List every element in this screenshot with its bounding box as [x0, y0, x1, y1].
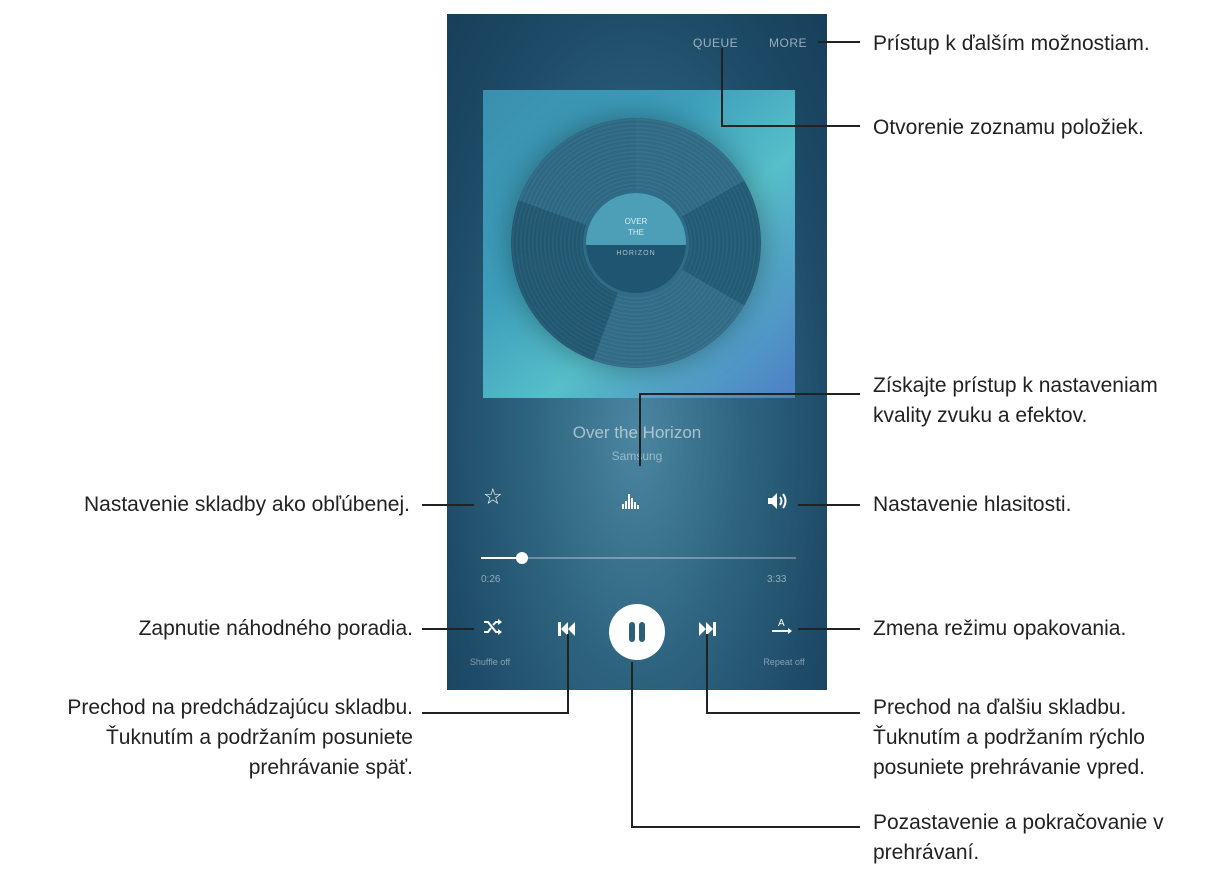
annotation-volume: Nastavenie hlasitosti. [873, 493, 1072, 516]
annotation-shuffle: Zapnutie náhodného poradia. [138, 617, 413, 640]
annotation-queue: Otvorenie zoznamu položiek. [873, 116, 1144, 139]
annotation-previous: Prechod na predchádzajúcu skladbu. Ťuknu… [67, 696, 413, 779]
callout-line-next [706, 634, 860, 714]
callout-line-previous [422, 634, 569, 714]
annotation-pause: Pozastavenie a pokračovanie v prehrávaní… [873, 811, 1164, 864]
callout-line-queue [721, 48, 860, 127]
annotation-repeat: Zmena režimu opakovania. [873, 617, 1127, 640]
annotation-favourite: Nastavenie skladby ako obľúbenej. [83, 493, 410, 516]
callout-line-sound [639, 393, 860, 466]
annotation-sound-settings: Získajte prístup k nastaveniam kvality z… [873, 374, 1158, 427]
annotation-more: Prístup k ďalším možnostiam. [873, 32, 1150, 55]
annotation-next: Prechod na ďalšiu skladbu. Ťuknutím a po… [873, 696, 1146, 779]
callout-line-pause [631, 662, 860, 828]
